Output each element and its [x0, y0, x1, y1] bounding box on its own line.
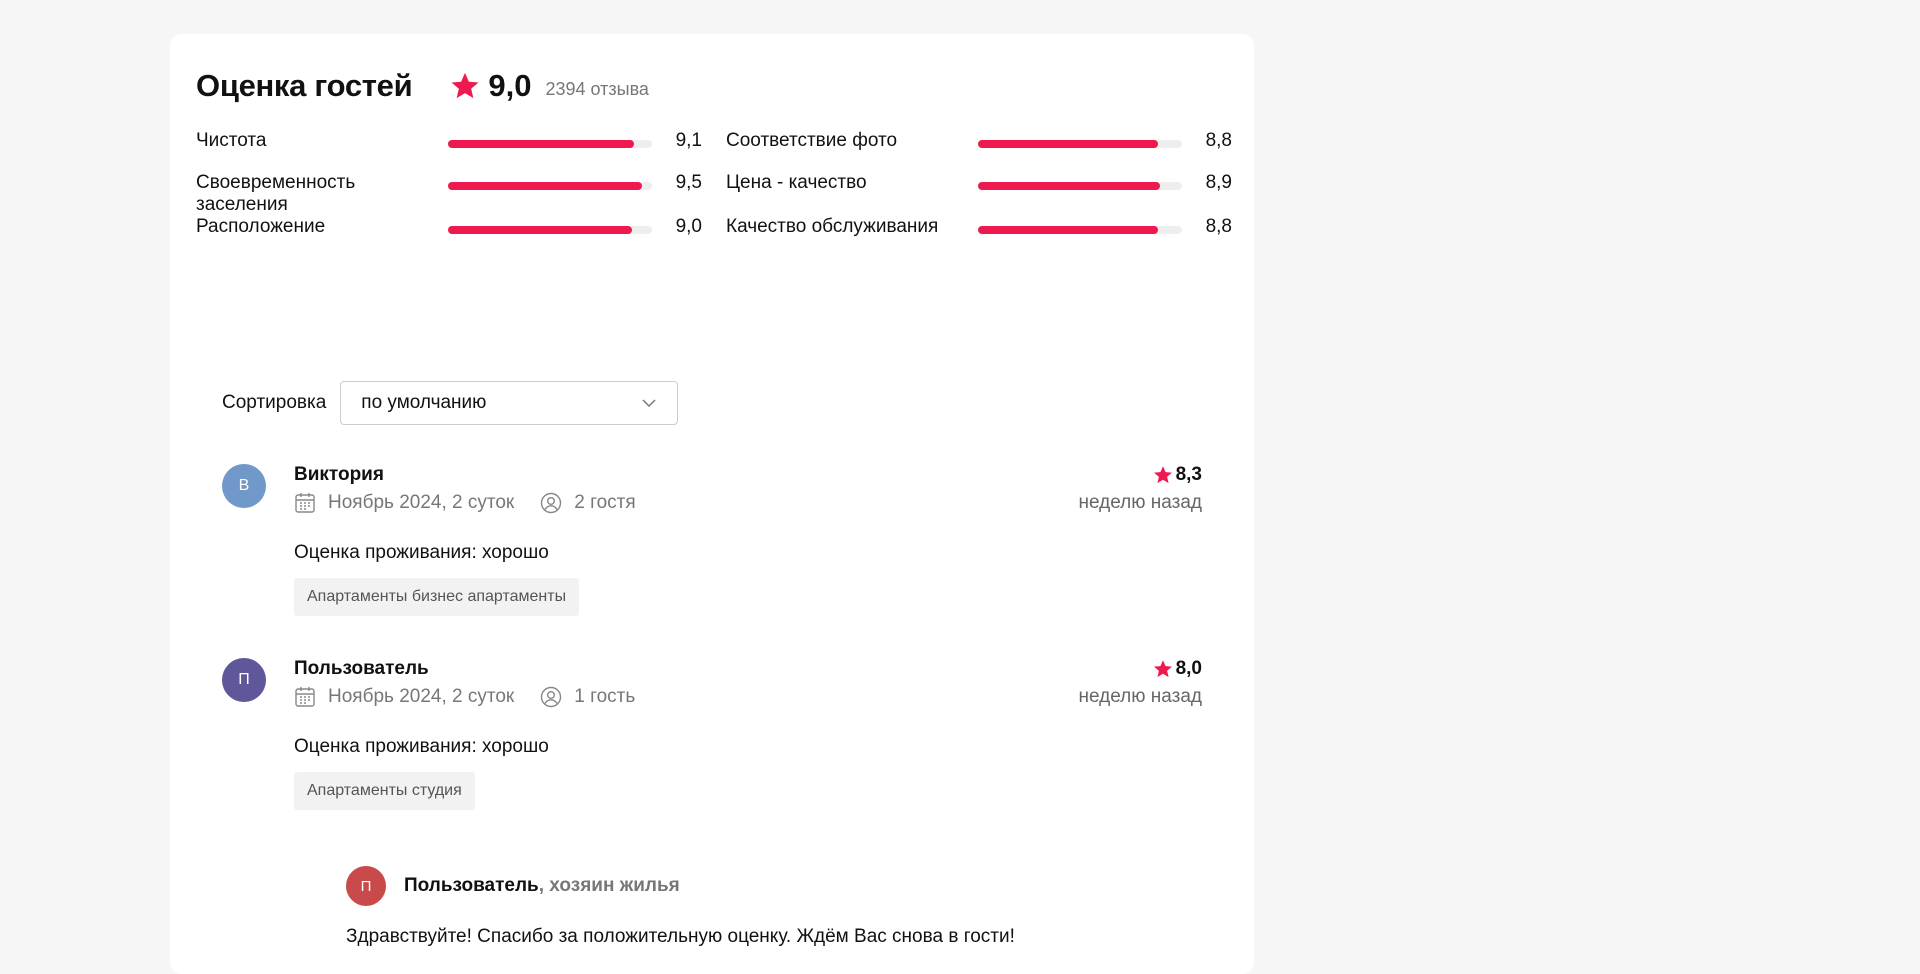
metric-photo-match: Соответствие фото 8,8 [726, 130, 1232, 172]
metric-bar [448, 140, 652, 148]
metric-label: Качество обслуживания [726, 216, 939, 237]
metric-value: 9,1 [675, 130, 702, 151]
metric-label: Цена - качество [726, 172, 867, 193]
metric-bar-fill [448, 182, 642, 190]
room-type-tag: Апартаменты бизнес апартаменты [294, 578, 580, 616]
review-guests: 1 гость [574, 686, 636, 707]
overall-score: 9,0 [488, 68, 532, 103]
metric-bar-fill [978, 226, 1158, 234]
sort-label: Сортировка [222, 392, 327, 413]
section-title: Оценка гостей [196, 68, 413, 103]
review-stay: Ноябрь 2024, 2 суток [328, 686, 515, 707]
metric-bar [978, 182, 1182, 190]
metric-value: 9,0 [675, 216, 702, 237]
avatar-initial: П [238, 671, 250, 688]
review-author: Пользователь [294, 658, 429, 679]
sort-select[interactable]: по умолчанию [340, 381, 679, 425]
metric-value: 8,9 [1205, 172, 1232, 193]
star-icon [451, 72, 479, 99]
metric-value: 8,8 [1205, 130, 1232, 151]
review-author: Виктория [294, 464, 384, 485]
calendar-icon [295, 687, 315, 707]
metric-bar [978, 226, 1182, 234]
metric-service-quality: Качество обслуживания 8,8 [726, 216, 1232, 258]
review-stay: Ноябрь 2024, 2 суток [328, 492, 515, 513]
sort-row: Сортировка по умолчанию [222, 381, 679, 425]
host-reply-text: Здравствуйте! Спасибо за положительную о… [346, 926, 1015, 947]
metric-bar [978, 140, 1182, 148]
metric-bar [448, 182, 652, 190]
avatar-initial: П [360, 877, 372, 895]
room-type-tag: Апартаменты студия [294, 772, 475, 810]
metric-bar-fill [978, 140, 1158, 148]
review-rating: 8,3 [1153, 464, 1202, 486]
metric-label: Своевременность заселения [196, 172, 356, 215]
metric-cleanliness: Чистота 9,1 [196, 130, 702, 172]
review-count: 2394 отзыва [545, 78, 649, 99]
host-name: Пользователь [404, 875, 539, 896]
metric-price-quality: Цена - качество 8,9 [726, 172, 1232, 214]
review-meta: Ноябрь 2024, 2 суток 2 гостя [294, 492, 636, 514]
metric-checkin-timeliness: Своевременность заселения 9,5 [196, 172, 702, 215]
review-rating-value: 8,0 [1175, 658, 1202, 679]
metric-label: Соответствие фото [726, 130, 898, 151]
host-avatar: П [346, 866, 386, 906]
metric-bar-fill [448, 226, 632, 234]
metric-label: Чистота [196, 130, 267, 151]
avatar: П [222, 658, 266, 702]
avatar: В [222, 464, 266, 508]
review-rating-value: 8,3 [1175, 464, 1202, 485]
sort-selected-value: по умолчанию [361, 392, 487, 413]
review-item: В Виктория Ноябрь 2024, 2 суток 2 гостя … [222, 464, 1202, 624]
review-date: неделю назад [1078, 686, 1203, 707]
rating-header: Оценка гостей 9,0 2394 отзыва [196, 68, 649, 104]
avatar-initial: В [238, 477, 250, 494]
review-guests: 2 гостя [574, 492, 636, 513]
review-meta: Ноябрь 2024, 2 суток 1 гость [294, 686, 635, 708]
chevron-down-icon [642, 399, 656, 408]
review-item: П Пользователь Ноябрь 2024, 2 суток 1 го… [222, 658, 1202, 958]
review-verdict: Оценка проживания: хорошо [294, 542, 549, 563]
metric-location: Расположение 9,0 [196, 216, 702, 258]
metric-value: 9,5 [675, 172, 702, 193]
review-date: неделю назад [1078, 492, 1203, 513]
rating-metrics: Чистота 9,1 Соответствие фото 8,8 Своевр… [196, 130, 1232, 280]
metric-bar-fill [448, 140, 634, 148]
review-rating: 8,0 [1153, 658, 1202, 680]
metric-bar [448, 226, 652, 234]
metric-bar-fill [978, 182, 1160, 190]
reviews-card: Оценка гостей 9,0 2394 отзыва Чистота 9,… [170, 34, 1254, 974]
user-icon [541, 492, 562, 514]
star-icon [1153, 660, 1172, 678]
metric-label: Расположение [196, 216, 326, 237]
metric-value: 8,8 [1205, 216, 1232, 237]
review-verdict: Оценка проживания: хорошо [294, 736, 549, 757]
star-icon [1153, 466, 1172, 484]
user-icon [541, 686, 562, 708]
host-reply-author: Пользователь, хозяин жилья [404, 875, 680, 897]
calendar-icon [295, 493, 315, 513]
host-role: , хозяин жилья [538, 875, 680, 896]
